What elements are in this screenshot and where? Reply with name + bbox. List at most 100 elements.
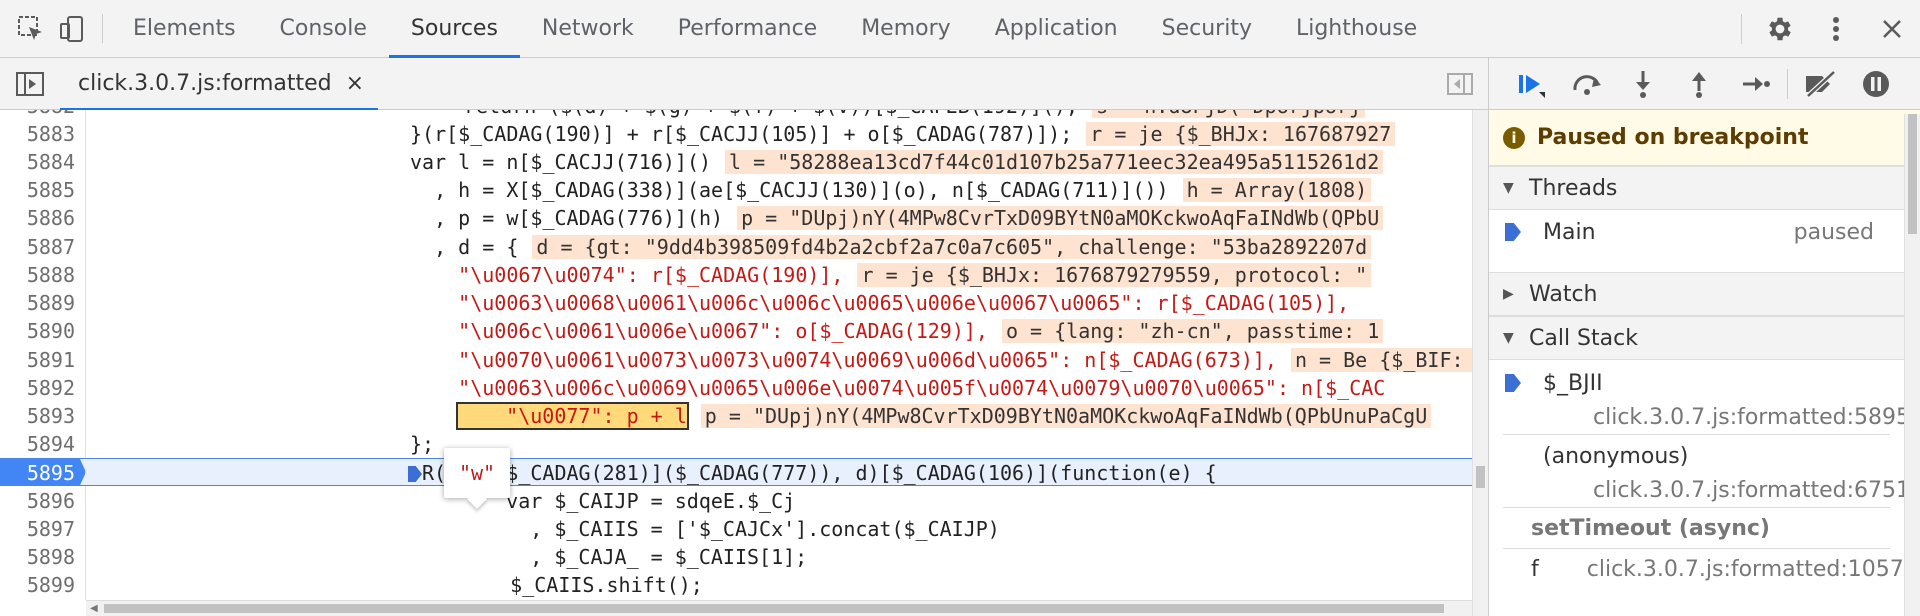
close-devtools-icon[interactable]	[1864, 17, 1920, 41]
more-options-icon[interactable]	[1808, 14, 1864, 44]
code-text: "\u0077": p + l	[456, 402, 689, 430]
line-number[interactable]: 5890	[0, 317, 86, 346]
file-tab-name: click.3.0.7.js:formatted	[78, 71, 332, 96]
line-number[interactable]: 5882	[0, 110, 86, 121]
scrollbar-thumb[interactable]	[1476, 466, 1485, 488]
sidebar-scrollbar[interactable]	[1904, 114, 1920, 616]
step-into-icon[interactable]	[1615, 58, 1671, 110]
tab-application[interactable]: Application	[973, 0, 1140, 57]
code-line[interactable]: 5887 , d = {d = {gt: "9dd4b398509fd4b2a2…	[0, 233, 1472, 262]
thread-row-main[interactable]: Main paused	[1489, 210, 1920, 254]
code-text: , $_CAJA_ = $_CAIIS[1];	[458, 545, 808, 569]
inline-value: h = Array(1808)	[1182, 178, 1372, 202]
line-number[interactable]: 5893	[0, 402, 86, 431]
inline-value: r = je {$_BHJx: 167687927	[1086, 122, 1396, 146]
code-line[interactable]: 5897 , $_CAIIS = ['$_CAJCx'].concat($_CA…	[0, 515, 1472, 544]
horizontal-scrollbar[interactable]: ◀	[86, 600, 1472, 616]
code-line[interactable]: 5889 "\u0063\u0068\u0061\u006c\u006c\u00…	[0, 289, 1472, 318]
tab-sources[interactable]: Sources	[388, 0, 520, 58]
code-line[interactable]: 5891 "\u0070\u0061\u0073\u0073\u0074\u00…	[0, 346, 1488, 375]
code-line[interactable]: 5886 , p = w[$_CADAG(776)](h) p = "DUpj)n…	[0, 204, 1472, 233]
code-editor[interactable]: 5882 return ($(d) + $(g) + $(f) + $(v))[…	[0, 110, 1488, 600]
code-line[interactable]: 5885 , h = X[$_CADAG(338)](ae[$_CACJJ(13…	[0, 176, 1472, 205]
frame-location: click.3.0.7.js:formatted:1057	[1586, 556, 1904, 582]
call-frame[interactable]: f click.3.0.7.js:formatted:1057	[1489, 549, 1920, 589]
line-number[interactable]: 5897	[0, 515, 86, 544]
line-number[interactable]: 5885	[0, 176, 86, 205]
code-line[interactable]: 5896 var $_CAIJP = sdqeE.$_Cj	[0, 487, 1472, 516]
line-number[interactable]: 5898	[0, 543, 86, 572]
toolbar-divider	[1787, 68, 1788, 99]
line-number[interactable]: 5899	[0, 571, 86, 600]
code-text: return ($(d) + $(g) + $(f) + $(v))[$_CAF…	[464, 110, 1078, 118]
code-line[interactable]: 5884 var l = n[$_CACJJ(716)]() l = "58288…	[0, 148, 1472, 177]
file-tab[interactable]: click.3.0.7.js:formatted ×	[60, 58, 379, 111]
threads-title: Threads	[1529, 175, 1618, 201]
tab-memory[interactable]: Memory	[839, 0, 972, 57]
code-line[interactable]: 5890 "\u006c\u0061\u006e\u0067": o[$_CAD…	[0, 317, 1472, 346]
code-line[interactable]: 5898 , $_CAJA_ = $_CAIIS[1];	[0, 543, 1472, 572]
line-number[interactable]: 5889	[0, 289, 86, 318]
threads-section-header[interactable]: ▼ Threads	[1489, 166, 1920, 210]
line-number[interactable]: 5883	[0, 120, 86, 149]
code-line[interactable]: 5894 };	[0, 430, 1472, 459]
debugger-toolbar	[1489, 58, 1920, 110]
toggle-debugger-icon[interactable]	[1438, 58, 1482, 110]
line-number[interactable]: 5887	[0, 233, 86, 262]
tab-elements[interactable]: Elements	[111, 0, 258, 57]
call-frame[interactable]: (anonymous) click.3.0.7.js:formatted:675…	[1489, 435, 1920, 507]
code-text: var l = n[$_CACJJ(716)]()	[410, 150, 712, 174]
expanded-triangle-icon: ▼	[1503, 330, 1514, 346]
line-number[interactable]: 5894	[0, 430, 86, 459]
line-number[interactable]: 5900	[0, 599, 86, 600]
code-line[interactable]: 5888 "\u0067\u0074": r[$_CADAG(190)], r =…	[0, 261, 1472, 290]
collapsed-triangle-icon: ▶	[1503, 286, 1514, 302]
line-number[interactable]: 5891	[0, 346, 86, 375]
resume-icon[interactable]	[1503, 58, 1559, 110]
scroll-left-arrow-icon[interactable]: ◀	[90, 603, 98, 614]
tab-network[interactable]: Network	[520, 0, 656, 57]
frame-location: click.3.0.7.js:formatted:5895	[1593, 404, 1911, 430]
code-line[interactable]: 5899 $_CAIIS.shift();	[0, 571, 1472, 600]
pause-on-exceptions-icon[interactable]	[1848, 58, 1904, 110]
code-line[interactable]: 5892 "\u0063\u006c\u0069\u0065\u006e\u00…	[0, 374, 1472, 403]
inline-value: r = je {$_BHJx: 1676879279559, protocol:…	[857, 263, 1372, 287]
tab-console[interactable]: Console	[258, 0, 389, 57]
call-frame[interactable]: $_BJII click.3.0.7.js:formatted:5895	[1489, 360, 1920, 434]
device-toolbar-icon[interactable]	[52, 0, 94, 57]
current-pause-marker-icon[interactable]	[408, 466, 422, 482]
scrollbar-thumb[interactable]	[1908, 114, 1917, 234]
frame-function: (anonymous)	[1543, 443, 1689, 469]
watch-section-header[interactable]: ▶ Watch	[1489, 272, 1920, 316]
line-number[interactable]: 5896	[0, 487, 86, 516]
step-out-icon[interactable]	[1671, 58, 1727, 110]
code-text: "\u006c\u0061\u006e\u0067": o[$_CADAG(12…	[410, 319, 988, 343]
line-number[interactable]: 5884	[0, 148, 86, 177]
line-number[interactable]: 5888	[0, 261, 86, 290]
code-line[interactable]: 5883 }(r[$_CADAG(190)] + r[$_CACJJ(105)]…	[0, 120, 1472, 149]
inline-value: n = Be {$_BIF: je, $_BJr: {…}, $_BGGf: V…	[1290, 348, 1488, 372]
async-label: setTimeout (async)	[1531, 515, 1770, 541]
inspect-element-icon[interactable]	[10, 0, 52, 57]
line-number[interactable]: 5886	[0, 204, 86, 233]
toggle-navigator-icon[interactable]	[0, 58, 60, 110]
scrollbar-thumb[interactable]	[104, 604, 1444, 613]
expanded-triangle-icon: ▼	[1503, 180, 1514, 196]
callstack-section-header[interactable]: ▼ Call Stack	[1489, 316, 1920, 360]
vertical-scrollbar[interactable]	[1472, 110, 1488, 616]
file-tab-close-icon[interactable]: ×	[346, 71, 364, 96]
tab-performance[interactable]: Performance	[656, 0, 839, 57]
step-icon[interactable]	[1727, 58, 1783, 110]
current-execution-line[interactable]: 5895 R(r, w[$_CADAG(281)]($_CADAG(777)),…	[0, 458, 1472, 487]
line-number[interactable]: 5892	[0, 374, 86, 403]
code-line[interactable]: 5893 "\u0077": p + l p = "DUpj)nY(4MPw8Cv…	[0, 402, 1472, 431]
breakpoint-line-number[interactable]: 5895	[0, 459, 86, 486]
frame-location: click.3.0.7.js:formatted:6751	[1593, 477, 1911, 503]
step-over-icon[interactable]	[1559, 58, 1615, 110]
tab-lighthouse[interactable]: Lighthouse	[1274, 0, 1439, 57]
deactivate-breakpoints-icon[interactable]	[1792, 58, 1848, 110]
tab-security[interactable]: Security	[1140, 0, 1274, 57]
settings-gear-icon[interactable]	[1752, 14, 1808, 44]
code-line[interactable]: 5882 return ($(d) + $(g) + $(f) + $(v))[…	[0, 110, 1472, 121]
code-text: "\u0063\u006c\u0069\u0065\u006e\u0074\u0…	[410, 376, 1386, 400]
